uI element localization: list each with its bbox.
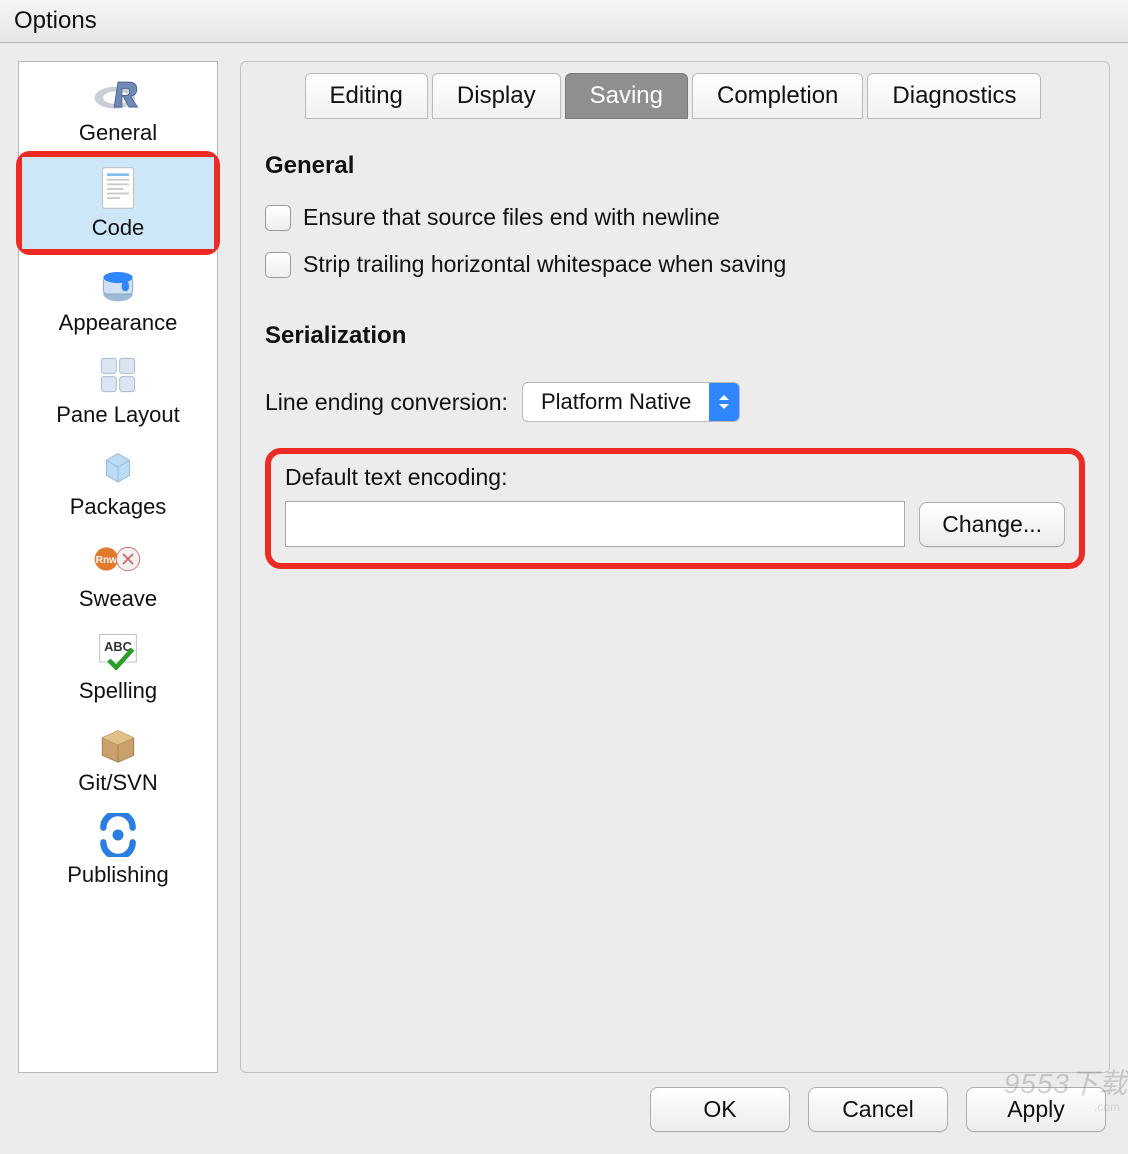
grid-panes-icon bbox=[93, 350, 143, 400]
checkbox-label: Strip trailing horizontal whitespace whe… bbox=[303, 251, 786, 278]
cancel-button[interactable]: Cancel bbox=[808, 1087, 948, 1132]
checkbox-row-newline[interactable]: Ensure that source files end with newlin… bbox=[265, 204, 1085, 231]
line-ending-select[interactable]: Platform Native bbox=[522, 382, 740, 422]
checkbox-label: Ensure that source files end with newlin… bbox=[303, 204, 720, 231]
window-title: Options bbox=[14, 7, 97, 35]
sidebar-item-label: Code bbox=[92, 215, 145, 241]
sidebar-item-label: Pane Layout bbox=[56, 402, 180, 428]
box-icon bbox=[93, 718, 143, 768]
apply-button[interactable]: Apply bbox=[966, 1087, 1106, 1132]
sidebar-item-code[interactable]: Code bbox=[22, 157, 214, 249]
sidebar-item-spelling[interactable]: ABC Spelling bbox=[19, 620, 217, 712]
sidebar-item-label: Sweave bbox=[79, 586, 157, 612]
sidebar-item-label: Appearance bbox=[59, 310, 178, 336]
publish-icon bbox=[93, 810, 143, 860]
line-ending-row: Line ending conversion: Platform Native bbox=[265, 382, 1085, 422]
tab-saving[interactable]: Saving bbox=[565, 73, 688, 119]
checkbox-icon[interactable] bbox=[265, 205, 291, 231]
checkbox-row-strip-whitespace[interactable]: Strip trailing horizontal whitespace whe… bbox=[265, 251, 1085, 278]
sidebar-item-pane-layout[interactable]: Pane Layout bbox=[19, 344, 217, 436]
ok-button[interactable]: OK bbox=[650, 1087, 790, 1132]
svg-text:Rnw: Rnw bbox=[96, 555, 117, 566]
sidebar-item-label: General bbox=[79, 120, 157, 146]
section-heading-general: General bbox=[265, 152, 1085, 180]
sidebar-item-general[interactable]: General bbox=[19, 62, 217, 154]
category-sidebar: General Code bbox=[18, 61, 218, 1073]
sidebar-item-label: Spelling bbox=[79, 678, 157, 704]
r-logo-icon bbox=[93, 68, 143, 118]
tab-editing[interactable]: Editing bbox=[305, 73, 428, 119]
select-arrows-icon bbox=[709, 383, 739, 421]
change-encoding-button[interactable]: Change... bbox=[919, 502, 1065, 547]
select-value: Platform Native bbox=[523, 389, 709, 415]
paint-bucket-icon bbox=[93, 258, 143, 308]
sidebar-item-appearance[interactable]: Appearance bbox=[19, 252, 217, 344]
sidebar-item-git-svn[interactable]: Git/SVN bbox=[19, 712, 217, 804]
window-body: General Code bbox=[0, 43, 1128, 1073]
tabs-row: Editing Display Saving Completion Diagno… bbox=[265, 72, 1085, 118]
tab-completion[interactable]: Completion bbox=[692, 73, 863, 119]
dialog-footer: OK Cancel Apply bbox=[0, 1073, 1128, 1154]
sidebar-item-label: Publishing bbox=[67, 862, 169, 888]
package-cube-icon bbox=[93, 442, 143, 492]
sidebar-item-publishing[interactable]: Publishing bbox=[19, 804, 217, 896]
tab-diagnostics[interactable]: Diagnostics bbox=[867, 73, 1041, 119]
spellcheck-icon: ABC bbox=[93, 626, 143, 676]
sidebar-item-packages[interactable]: Packages bbox=[19, 436, 217, 528]
encoding-row: Change... bbox=[285, 501, 1065, 547]
section-heading-serialization: Serialization bbox=[265, 322, 1085, 350]
sidebar-item-sweave[interactable]: Rnw Sweave bbox=[19, 528, 217, 620]
line-ending-label: Line ending conversion: bbox=[265, 389, 508, 416]
encoding-label: Default text encoding: bbox=[285, 464, 1065, 491]
settings-panel: Editing Display Saving Completion Diagno… bbox=[240, 61, 1110, 1073]
document-icon bbox=[93, 163, 143, 213]
checkbox-icon[interactable] bbox=[265, 252, 291, 278]
default-encoding-highlight: Default text encoding: Change... bbox=[265, 448, 1085, 569]
sidebar-item-label: Git/SVN bbox=[78, 770, 157, 796]
window-titlebar: Options bbox=[0, 0, 1128, 43]
encoding-input[interactable] bbox=[285, 501, 905, 547]
options-window: Options General bbox=[0, 0, 1128, 1154]
sidebar-item-code-highlight: Code bbox=[16, 151, 220, 255]
tab-display[interactable]: Display bbox=[432, 73, 561, 119]
sweave-icon: Rnw bbox=[93, 534, 143, 584]
sidebar-item-label: Packages bbox=[70, 494, 167, 520]
